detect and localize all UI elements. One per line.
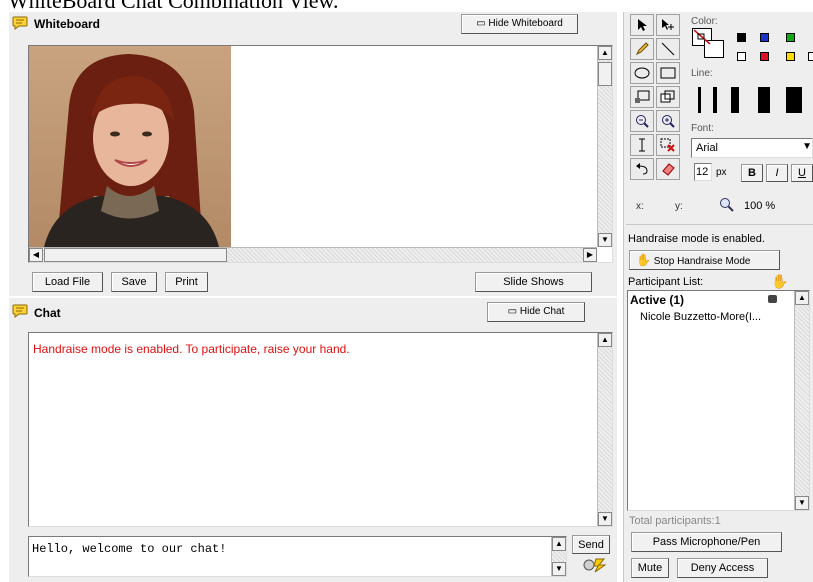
duplicate-icon[interactable] [656,86,680,108]
chevron-down-icon[interactable]: ▼ [802,141,812,152]
speech-bubble-icon [12,16,28,30]
chat-system-message: Handraise mode is enabled. To participat… [33,342,350,356]
hide-whiteboard-button[interactable]: ▭ Hide Whiteboard [461,14,578,34]
chat-transcript: Handraise mode is enabled. To participat… [28,332,613,527]
color-swatch-yellow[interactable] [786,52,795,61]
minus-icon: ▭ [507,306,520,317]
mute-button[interactable]: Mute [631,558,669,578]
color-swatch-partial[interactable] [808,52,813,61]
line-label: Line: [691,68,713,79]
speech-bubble-icon [12,304,28,318]
chat-input-box[interactable]: Hello, welcome to our chat! ▲ ▼ [28,536,567,577]
hand-icon: ✋ [636,253,651,267]
scroll-thumb[interactable] [598,62,612,86]
color-label: Color: [691,16,718,27]
whiteboard-title: Whiteboard [34,17,100,31]
move-arrow-icon[interactable] [656,14,680,36]
hide-chat-label: Hide Chat [519,306,565,317]
scroll-up-icon[interactable]: ▲ [552,537,566,551]
italic-button[interactable]: I [766,164,788,182]
pass-microphone-button[interactable]: Pass Microphone/Pen [631,532,782,552]
zoom-out-icon[interactable] [630,110,654,132]
font-size-input[interactable]: 12 [694,163,712,181]
text-cursor-icon[interactable] [630,134,654,156]
slide-shows-button[interactable]: Slide Shows [475,272,592,292]
bold-button[interactable]: B [741,164,763,182]
scroll-up-icon[interactable]: ▲ [795,291,809,305]
scroll-down-icon[interactable]: ▼ [598,512,612,526]
send-button[interactable]: Send [572,535,610,554]
emoticon-icon[interactable] [582,557,608,573]
color-swatch-blue[interactable] [760,33,769,42]
chat-title: Chat [34,306,61,320]
delete-icon[interactable] [656,134,680,156]
whiteboard-horizontal-scrollbar[interactable]: ◀ ▶ [29,247,597,262]
raise-hand-icon[interactable]: ✋ [771,273,788,290]
scroll-down-icon[interactable]: ▼ [795,496,809,510]
hide-chat-button[interactable]: ▭ Hide Chat [487,302,585,322]
font-select-value: Arial [696,142,719,154]
color-swatch-red[interactable] [760,52,769,61]
scroll-down-icon[interactable]: ▼ [598,233,612,247]
scroll-thumb-horizontal[interactable] [44,248,227,262]
line-width-1[interactable] [698,87,701,113]
font-size-value: 12 [696,166,709,178]
deny-access-button[interactable]: Deny Access [677,558,768,578]
scroll-right-icon[interactable]: ▶ [583,248,597,262]
scroll-up-icon[interactable]: ▲ [598,333,612,347]
chat-vertical-scrollbar[interactable]: ▲ ▼ [597,333,612,526]
magnifier-icon [720,198,734,212]
color-swatch-white[interactable] [737,52,746,61]
scroll-down-icon[interactable]: ▼ [552,562,566,576]
zoom-level: 100 % [744,200,776,212]
resize-icon[interactable] [630,86,654,108]
lock-icon [768,295,777,303]
whiteboard-canvas[interactable]: ▲ ▼ ◀ ▶ [28,45,613,263]
underline-button[interactable]: U [791,164,813,182]
hide-whiteboard-label: Hide Whiteboard [488,18,563,29]
total-participants: Total participants:1 [629,515,721,527]
handraise-status: Handraise mode is enabled. [628,233,765,245]
chat-input[interactable]: Hello, welcome to our chat! [32,542,226,556]
eraser-icon[interactable] [656,158,680,180]
line-width-3[interactable] [731,87,739,113]
x-coordinate-label: x: [636,201,644,212]
participant-name[interactable]: Nicole Buzzetto-More(I... [640,311,761,323]
font-size-unit: px [716,167,727,178]
minus-icon: ▭ [476,18,489,29]
whiteboard-vertical-scrollbar[interactable]: ▲ ▼ [597,46,612,247]
line-width-5[interactable] [786,87,802,113]
color-swatch-green[interactable] [786,33,795,42]
line-width-4[interactable] [758,87,770,113]
rectangle-tool-icon[interactable] [656,62,680,84]
y-coordinate-label: y: [675,201,683,212]
pencil-icon[interactable] [630,38,654,60]
undo-icon[interactable] [630,158,654,180]
participant-list-label: Participant List: [628,276,704,288]
ellipse-tool-icon[interactable] [630,62,654,84]
scroll-up-icon[interactable]: ▲ [598,46,612,60]
portrait-image [29,46,231,247]
active-group-header[interactable]: Active (1) [630,293,684,307]
participant-list: Active (1) Nicole Buzzetto-More(I... ▲ ▼ [627,290,810,511]
stop-handraise-button[interactable]: ✋ Stop Handraise Mode [629,250,780,270]
color-picker-preview[interactable] [692,28,726,58]
print-button[interactable]: Print [165,272,208,292]
stop-handraise-label: Stop Handraise Mode [653,256,751,267]
select-arrow-icon[interactable] [630,14,654,36]
divider [626,224,813,225]
font-select[interactable]: Arial ▼ [691,138,813,158]
line-tool-icon[interactable] [656,38,680,60]
save-button[interactable]: Save [111,272,157,292]
color-swatch-black[interactable] [737,33,746,42]
load-file-button[interactable]: Load File [32,272,103,292]
scroll-left-icon[interactable]: ◀ [29,248,43,262]
zoom-in-icon[interactable] [656,110,680,132]
participant-list-scrollbar[interactable]: ▲ ▼ [794,291,809,510]
font-label: Font: [691,123,714,134]
line-width-2[interactable] [713,87,717,113]
chat-input-scrollbar[interactable]: ▲ ▼ [551,537,566,576]
